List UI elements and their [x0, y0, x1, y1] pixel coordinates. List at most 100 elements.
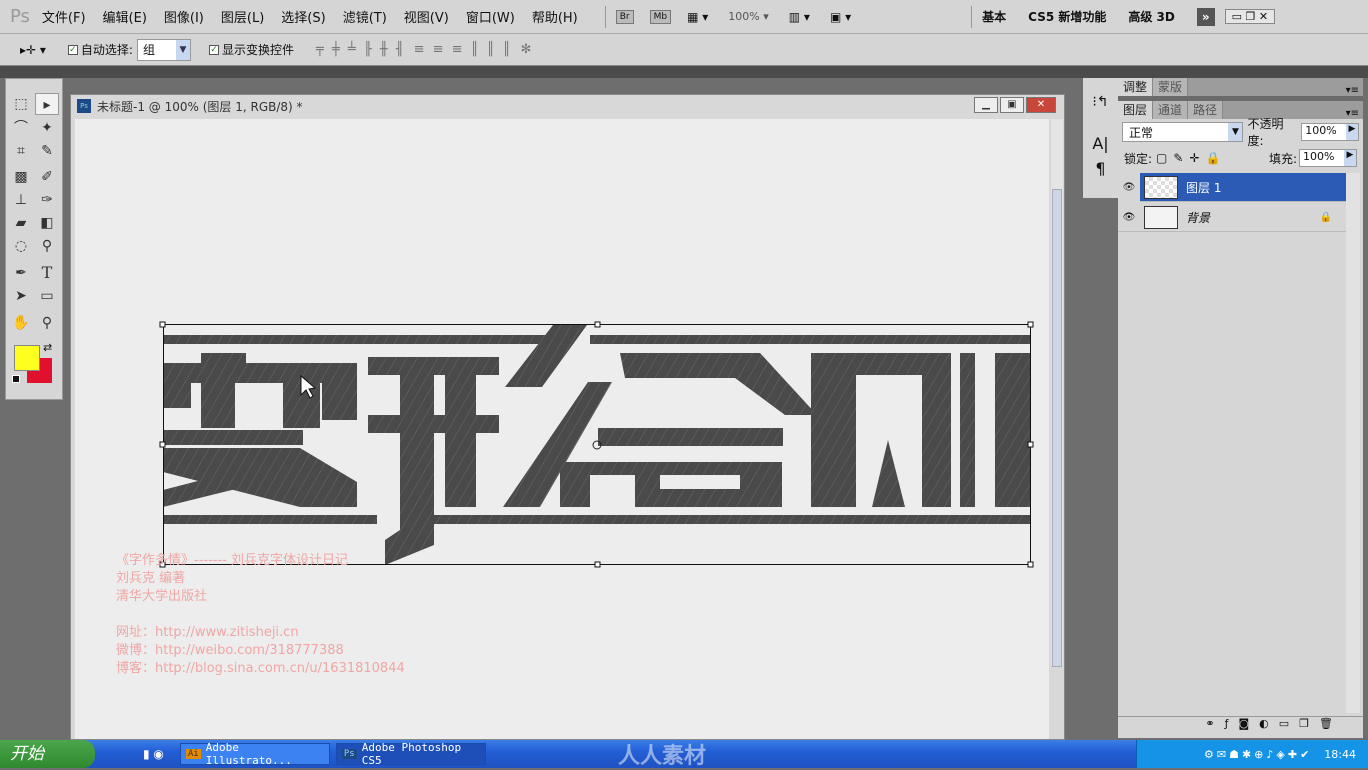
brush-tool-icon[interactable]: ✐ [35, 166, 59, 188]
lasso-tool-icon[interactable]: ⌒ [9, 117, 33, 139]
document-tab[interactable]: Ps 未标题-1 @ 100% (图层 1, RGB/8) * ▁ ▣ ✕ [71, 95, 1064, 117]
menu-help[interactable]: 帮助(H) [532, 7, 578, 26]
pen-tool-icon[interactable]: ✒ [9, 262, 33, 284]
gradient-tool-icon[interactable]: ◧ [35, 212, 59, 234]
crop-tool-icon[interactable]: ⌗ [9, 140, 33, 162]
tab-channels[interactable]: 通道 [1153, 101, 1189, 119]
zoom-tool-icon[interactable]: ⚲ [35, 312, 59, 334]
history-panel-icon[interactable]: ⁝↰ [1083, 94, 1118, 110]
layer-row-background[interactable]: 👁 背景 🔒 [1118, 203, 1346, 232]
foreground-color-swatch[interactable] [14, 345, 40, 371]
workspace-3d[interactable]: 高级 3D [1128, 8, 1175, 25]
layers-scrollbar[interactable] [1346, 173, 1360, 713]
auto-select-value: 组 [142, 43, 155, 57]
start-button[interactable]: 开始 [0, 740, 95, 768]
ps-icon: Ps [341, 749, 357, 759]
move-tool-icon[interactable]: ▸ [35, 93, 59, 115]
tab-adjustments[interactable]: 调整 [1118, 78, 1154, 96]
tray-icons[interactable]: ⚙✉☗✱⊕♪◈✚✔ [1204, 748, 1312, 761]
view-extras-icon[interactable]: ▦ ▾ [687, 10, 708, 24]
tab-paths[interactable]: 路径 [1188, 101, 1224, 119]
ai-icon: Ai [185, 749, 201, 759]
lock-label: 锁定: [1124, 151, 1153, 166]
minimize-button[interactable]: ▁ [974, 97, 998, 113]
blur-tool-icon[interactable]: ◌ [9, 235, 33, 257]
zoom-level[interactable]: 100% ▾ [728, 10, 768, 23]
eraser-tool-icon[interactable]: ▰ [9, 212, 33, 234]
layer-row-layer1[interactable]: 👁 图层 1 [1118, 172, 1346, 202]
stamp-tool-icon[interactable]: ⊥ [9, 189, 33, 211]
chevron-right-icon[interactable]: ▶ [1346, 124, 1358, 140]
menu-layer[interactable]: 图层(L) [221, 7, 264, 26]
tab-layers[interactable]: 图层 [1118, 101, 1154, 119]
more-workspaces-button[interactable]: » [1196, 7, 1215, 26]
arrange-documents-icon[interactable]: ▥ ▾ [789, 10, 810, 24]
show-transform-checkbox[interactable]: ✓ [208, 44, 219, 55]
path-select-icon[interactable]: ➤ [9, 285, 33, 307]
restore-button[interactable]: ▣ [1000, 97, 1024, 113]
lock-icons[interactable]: ▢✎✛🔒 [1156, 151, 1226, 165]
history-brush-icon[interactable]: ✑ [35, 189, 59, 211]
dodge-tool-icon[interactable]: ⚲ [35, 235, 59, 257]
menu-window[interactable]: 窗口(W) [466, 7, 515, 26]
hand-tool-icon[interactable]: ✋ [9, 312, 33, 334]
bridge-button[interactable]: Br [615, 9, 634, 24]
credit-website: 网址：http://www.zitisheji.cn [116, 625, 299, 640]
layers-footer-buttons[interactable]: ⚭ƒ◙◐▭❐🗑 [1118, 716, 1363, 736]
align-icons[interactable]: ╤ ╪ ╧ ╟ ╫ ╢ [316, 42, 406, 57]
menu-select[interactable]: 选择(S) [281, 7, 325, 26]
scroll-thumb[interactable] [1052, 189, 1062, 667]
vertical-scrollbar[interactable] [1051, 119, 1063, 667]
shape-tool-icon[interactable]: ▭ [35, 285, 59, 307]
task-photoshop[interactable]: Ps Adobe Photoshop CS5 [335, 741, 486, 767]
character-panel-icon[interactable]: A| [1083, 134, 1118, 153]
auto-select-label: 自动选择: [80, 43, 133, 57]
quicklaunch-icons[interactable]: ▮ ◉ [143, 747, 164, 761]
menu-image[interactable]: 图像(I) [164, 7, 204, 26]
swap-colors-icon[interactable]: ⇄ [43, 341, 52, 354]
distribute-icons[interactable]: ≡ ≡ ≡ ║ ║ ║ [414, 42, 513, 57]
fill-value: 100% [1303, 150, 1335, 163]
window-controls[interactable]: ▭ ❐ ✕ [1224, 9, 1276, 24]
panel-menu-icon[interactable]: ▾≡ [1346, 85, 1359, 96]
opacity-input[interactable]: 100% ▶ [1301, 123, 1359, 141]
close-button[interactable]: ✕ [1026, 97, 1056, 113]
mini-bridge-button[interactable]: Mb [649, 9, 672, 24]
chevron-right-icon[interactable]: ▶ [1344, 150, 1356, 166]
tab-masks[interactable]: 蒙版 [1153, 78, 1189, 96]
default-colors-icon[interactable] [12, 375, 20, 383]
screen-mode-icon[interactable]: ▣ ▾ [830, 10, 851, 24]
workspace-essentials[interactable]: 基本 [982, 8, 1006, 25]
taskbar: 开始 ▮ ◉ Ai Adobe Illustrato... Ps Adobe Pho… [0, 740, 1368, 769]
layers-tab-row: 图层 通道 路径 ▾≡ [1118, 101, 1363, 119]
lock-icon: 🔒 [1319, 211, 1332, 223]
type-tool-icon[interactable]: T [35, 262, 59, 284]
credit-spacer [116, 606, 405, 624]
credit-blog: 博客：http://blog.sina.com.cn/u/1631810844 [116, 661, 405, 676]
auto-align-icon[interactable]: ✻ [520, 42, 533, 57]
menu-view[interactable]: 视图(V) [404, 7, 449, 26]
credit-author: 刘兵克 编著 [116, 571, 186, 586]
menu-filter[interactable]: 滤镜(T) [343, 7, 387, 26]
blend-mode-dropdown[interactable]: 正常 ▼ [1122, 122, 1244, 142]
healing-brush-icon[interactable]: ▩ [9, 166, 33, 188]
eyedropper-icon[interactable]: ✎ [35, 140, 59, 162]
opacity-value: 100% [1305, 124, 1337, 137]
menu-edit[interactable]: 编辑(E) [103, 7, 147, 26]
auto-select-checkbox[interactable]: ✓ [67, 44, 78, 55]
fill-input[interactable]: 100% ▶ [1299, 149, 1357, 167]
panel-menu-icon[interactable]: ▾≡ [1346, 108, 1359, 119]
marquee-tool-icon[interactable]: ⬚ [9, 93, 33, 115]
task-illustrator[interactable]: Ai Adobe Illustrato... [179, 741, 330, 767]
paragraph-panel-icon[interactable]: ¶ [1083, 159, 1118, 178]
document-title: 未标题-1 @ 100% (图层 1, RGB/8) * [97, 99, 303, 114]
workspace-cs5-new[interactable]: CS5 新增功能 [1028, 8, 1106, 25]
auto-select-dropdown[interactable]: 组 ▼ [136, 38, 191, 61]
menu-bar: Ps 文件(F) 编辑(E) 图像(I) 图层(L) 选择(S) 滤镜(T) 视… [0, 0, 1368, 34]
eye-icon[interactable]: 👁 [1118, 212, 1140, 223]
system-tray: ⚙✉☗✱⊕♪◈✚✔ 18:44 [1136, 740, 1368, 768]
move-tool-preset-icon[interactable]: ▸✛ ▾ [20, 43, 46, 57]
menu-file[interactable]: 文件(F) [42, 7, 86, 26]
magic-wand-icon[interactable]: ✦ [35, 117, 59, 139]
eye-icon[interactable]: 👁 [1118, 172, 1140, 202]
